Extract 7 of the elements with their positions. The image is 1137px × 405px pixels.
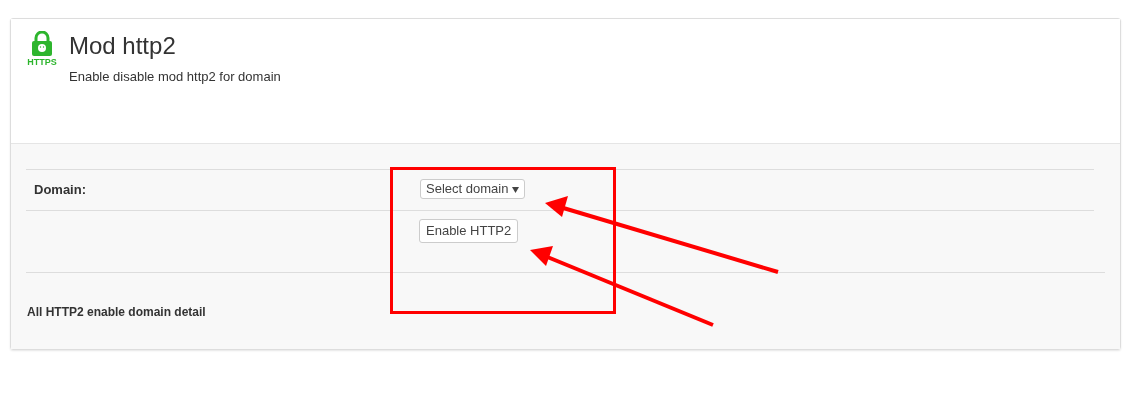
page-title: Mod http2 <box>69 31 177 61</box>
caret-icon <box>512 186 519 193</box>
domain-label: Domain: <box>33 181 87 199</box>
page-subtitle: Enable disable mod http2 for domain <box>69 68 281 86</box>
enable-http2-button[interactable]: Enable HTTP2 <box>419 218 519 243</box>
domain-select[interactable]: Select domain <box>420 179 525 199</box>
section-title: All HTTP2 enable domain detail <box>27 303 207 321</box>
